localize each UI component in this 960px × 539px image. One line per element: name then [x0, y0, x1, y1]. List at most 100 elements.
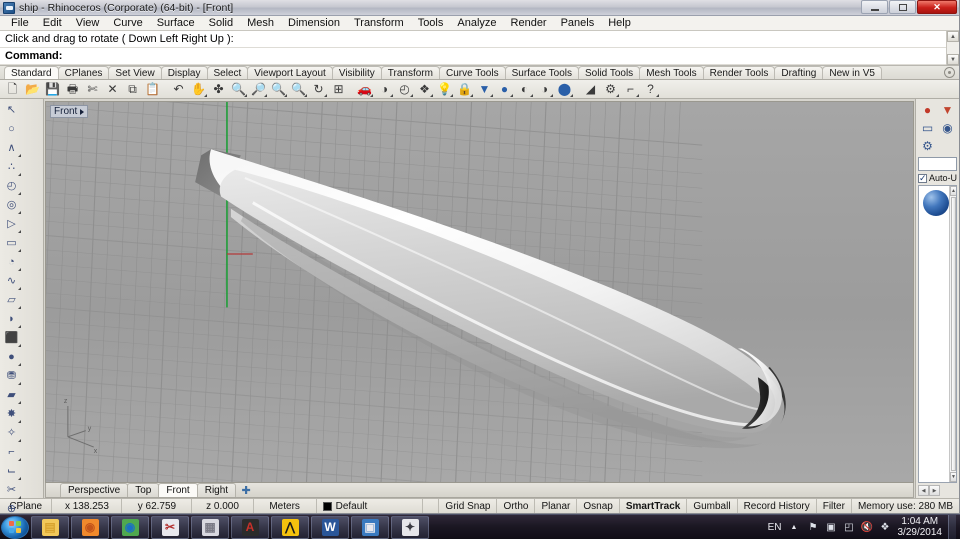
taskbar-snipping-tool[interactable]: ✂	[151, 515, 189, 539]
box-icon[interactable]: ⬛	[1, 329, 22, 348]
new-file-icon[interactable]: 🗋	[3, 80, 22, 98]
toolbar-tab-cplanes[interactable]: CPlanes	[57, 66, 110, 79]
toolbar-tab-new-in-v5[interactable]: New in V5	[822, 66, 882, 79]
color-wheel-icon[interactable]: ●	[918, 101, 937, 118]
show-desktop-button[interactable]	[948, 514, 956, 539]
trim-icon-flyout-arrow[interactable]	[18, 496, 21, 499]
command-prompt[interactable]: Command:	[0, 48, 959, 65]
viewport-tab-front[interactable]: Front	[158, 483, 198, 497]
menu-item-view[interactable]: View	[69, 16, 107, 31]
help-icon-flyout-arrow[interactable]	[656, 94, 659, 97]
arc-icon[interactable]: ◔	[1, 253, 22, 272]
zoom-extents-icon-flyout-arrow[interactable]	[284, 94, 287, 97]
chevron-down-icon[interactable]	[80, 108, 85, 115]
menu-item-help[interactable]: Help	[601, 16, 638, 31]
rotate-view-icon-flyout-arrow[interactable]	[324, 94, 327, 97]
render-preview-icon-flyout-arrow[interactable]	[390, 94, 393, 97]
status-toggle-smarttrack[interactable]: SmartTrack	[620, 499, 688, 513]
taskbar-rhino[interactable]: ✦	[391, 515, 429, 539]
menu-item-render[interactable]: Render	[504, 16, 554, 31]
rotate-view-icon[interactable]: ↻	[309, 80, 328, 98]
cylinder-icon-flyout-arrow[interactable]	[18, 382, 21, 385]
object-props-icon[interactable]: ❖	[415, 80, 434, 98]
preview-scroll-down[interactable]: ▼	[950, 472, 956, 482]
menu-item-file[interactable]: File	[4, 16, 36, 31]
shaded-sphere-icon[interactable]: ◐	[515, 80, 534, 98]
menu-item-dimension[interactable]: Dimension	[281, 16, 347, 31]
settings-gear-icon[interactable]: ⚙	[918, 137, 937, 154]
rendered-sphere-icon[interactable]: ⬤	[555, 80, 574, 98]
rectangle-icon[interactable]: ▭	[1, 234, 22, 253]
select-arrow-icon[interactable]: ↖	[1, 101, 22, 120]
curve-blend-icon[interactable]: ∿	[1, 272, 22, 291]
tray-language[interactable]: EN	[768, 522, 782, 533]
object-props-icon-flyout-arrow[interactable]	[430, 94, 433, 97]
taskbar-explorer[interactable]: ▤	[31, 515, 69, 539]
car-render-icon-flyout-arrow[interactable]	[370, 94, 373, 97]
rectangle-icon-flyout-arrow[interactable]	[18, 249, 21, 252]
options-gear-icon[interactable]: ⚙	[601, 80, 620, 98]
clock[interactable]: 1:04 AM 3/29/2014	[898, 516, 943, 538]
menu-item-curve[interactable]: Curve	[106, 16, 149, 31]
auto-update-checkbox[interactable]: Auto-Upd	[918, 173, 957, 183]
layer-flag-icon[interactable]: ◢	[581, 80, 600, 98]
status-x-coordinate[interactable]: x 138.253	[52, 499, 123, 513]
zoom-icon[interactable]: 🔍	[229, 80, 248, 98]
circle-icon-flyout-arrow[interactable]	[18, 192, 21, 195]
curve-blend-icon-flyout-arrow[interactable]	[18, 287, 21, 290]
polygon-icon[interactable]: ▷	[1, 215, 22, 234]
save-file-icon[interactable]: 💾	[43, 80, 62, 98]
flame-icon[interactable]: ✧	[1, 424, 22, 443]
status-toggle-gumball[interactable]: Gumball	[687, 499, 738, 513]
status-toggle-record-history[interactable]: Record History	[738, 499, 817, 513]
zoom-extents-icon[interactable]: 🔍	[269, 80, 288, 98]
viewport-canvas[interactable]: z y x	[46, 102, 913, 482]
toolbar-tab-solid-tools[interactable]: Solid Tools	[578, 66, 641, 79]
viewport-tab-top[interactable]: Top	[127, 483, 160, 497]
preview-horizontal-scrollbar[interactable]: ◀ ▶	[918, 485, 957, 496]
toolbar-tab-drafting[interactable]: Drafting	[774, 66, 824, 79]
toolbar-tab-surface-tools[interactable]: Surface Tools	[504, 66, 579, 79]
preview-scroll-left[interactable]: ◀	[918, 485, 929, 496]
light-bulb-icon[interactable]: 💡	[435, 80, 454, 98]
material-name-field[interactable]	[918, 157, 957, 171]
status-toggle-osnap[interactable]: Osnap	[577, 499, 620, 513]
front-viewport[interactable]: z y x Front	[45, 101, 914, 483]
surface-loft-icon-flyout-arrow[interactable]	[18, 325, 21, 328]
status-toggle-grid-snap[interactable]: Grid Snap	[439, 499, 498, 513]
sphere-solid-icon[interactable]: ●	[1, 348, 22, 367]
preview-vertical-scrollbar[interactable]: ▲ ▼	[949, 186, 956, 482]
undo-icon[interactable]: ↶	[169, 80, 188, 98]
status-toggle-ortho[interactable]: Ortho	[497, 499, 536, 513]
material-preview[interactable]: ▲ ▼	[918, 185, 957, 483]
car-render-icon[interactable]: 🚗	[355, 80, 374, 98]
toolbar-tab-mesh-tools[interactable]: Mesh Tools	[639, 66, 704, 79]
taskbar-autodesk[interactable]: ⋀	[271, 515, 309, 539]
options-gear-icon-flyout-arrow[interactable]	[616, 94, 619, 97]
menu-item-transform[interactable]: Transform	[347, 16, 411, 31]
color-wheel-icon-flyout-arrow[interactable]	[510, 94, 513, 97]
paste-icon[interactable]: 📋	[143, 80, 162, 98]
action-center-icon[interactable]: ◰	[843, 521, 856, 534]
box-icon-flyout-arrow[interactable]	[18, 344, 21, 347]
delete-icon[interactable]: ✕	[103, 80, 122, 98]
status-y-coordinate[interactable]: y 62.759	[122, 499, 193, 513]
status-units[interactable]: Meters	[254, 499, 317, 513]
taskbar-autocad[interactable]: A	[231, 515, 269, 539]
toolbar-tab-visibility[interactable]: Visibility	[331, 66, 382, 79]
gear-icon[interactable]	[944, 67, 955, 78]
shaded-sphere-icon-flyout-arrow[interactable]	[530, 94, 533, 97]
preview-scroll-thumb[interactable]	[951, 197, 956, 471]
zoom-window-icon[interactable]: 🔎	[249, 80, 268, 98]
ghosted-sphere-icon[interactable]: ◑	[535, 80, 554, 98]
color-wheel-icon[interactable]: ●	[495, 80, 514, 98]
toolbar-tab-curve-tools[interactable]: Curve Tools	[438, 66, 506, 79]
show-hidden-icons[interactable]: ▲	[788, 521, 801, 534]
cplane-icon[interactable]: ⌐	[621, 80, 640, 98]
toolbar-tab-display[interactable]: Display	[160, 66, 208, 79]
chamfer-icon[interactable]: ⌙	[1, 462, 22, 481]
menu-item-mesh[interactable]: Mesh	[240, 16, 281, 31]
add-viewport-button[interactable]: ✚	[238, 483, 254, 497]
material-shield-icon-flyout-arrow[interactable]	[490, 94, 493, 97]
menu-item-tools[interactable]: Tools	[411, 16, 451, 31]
